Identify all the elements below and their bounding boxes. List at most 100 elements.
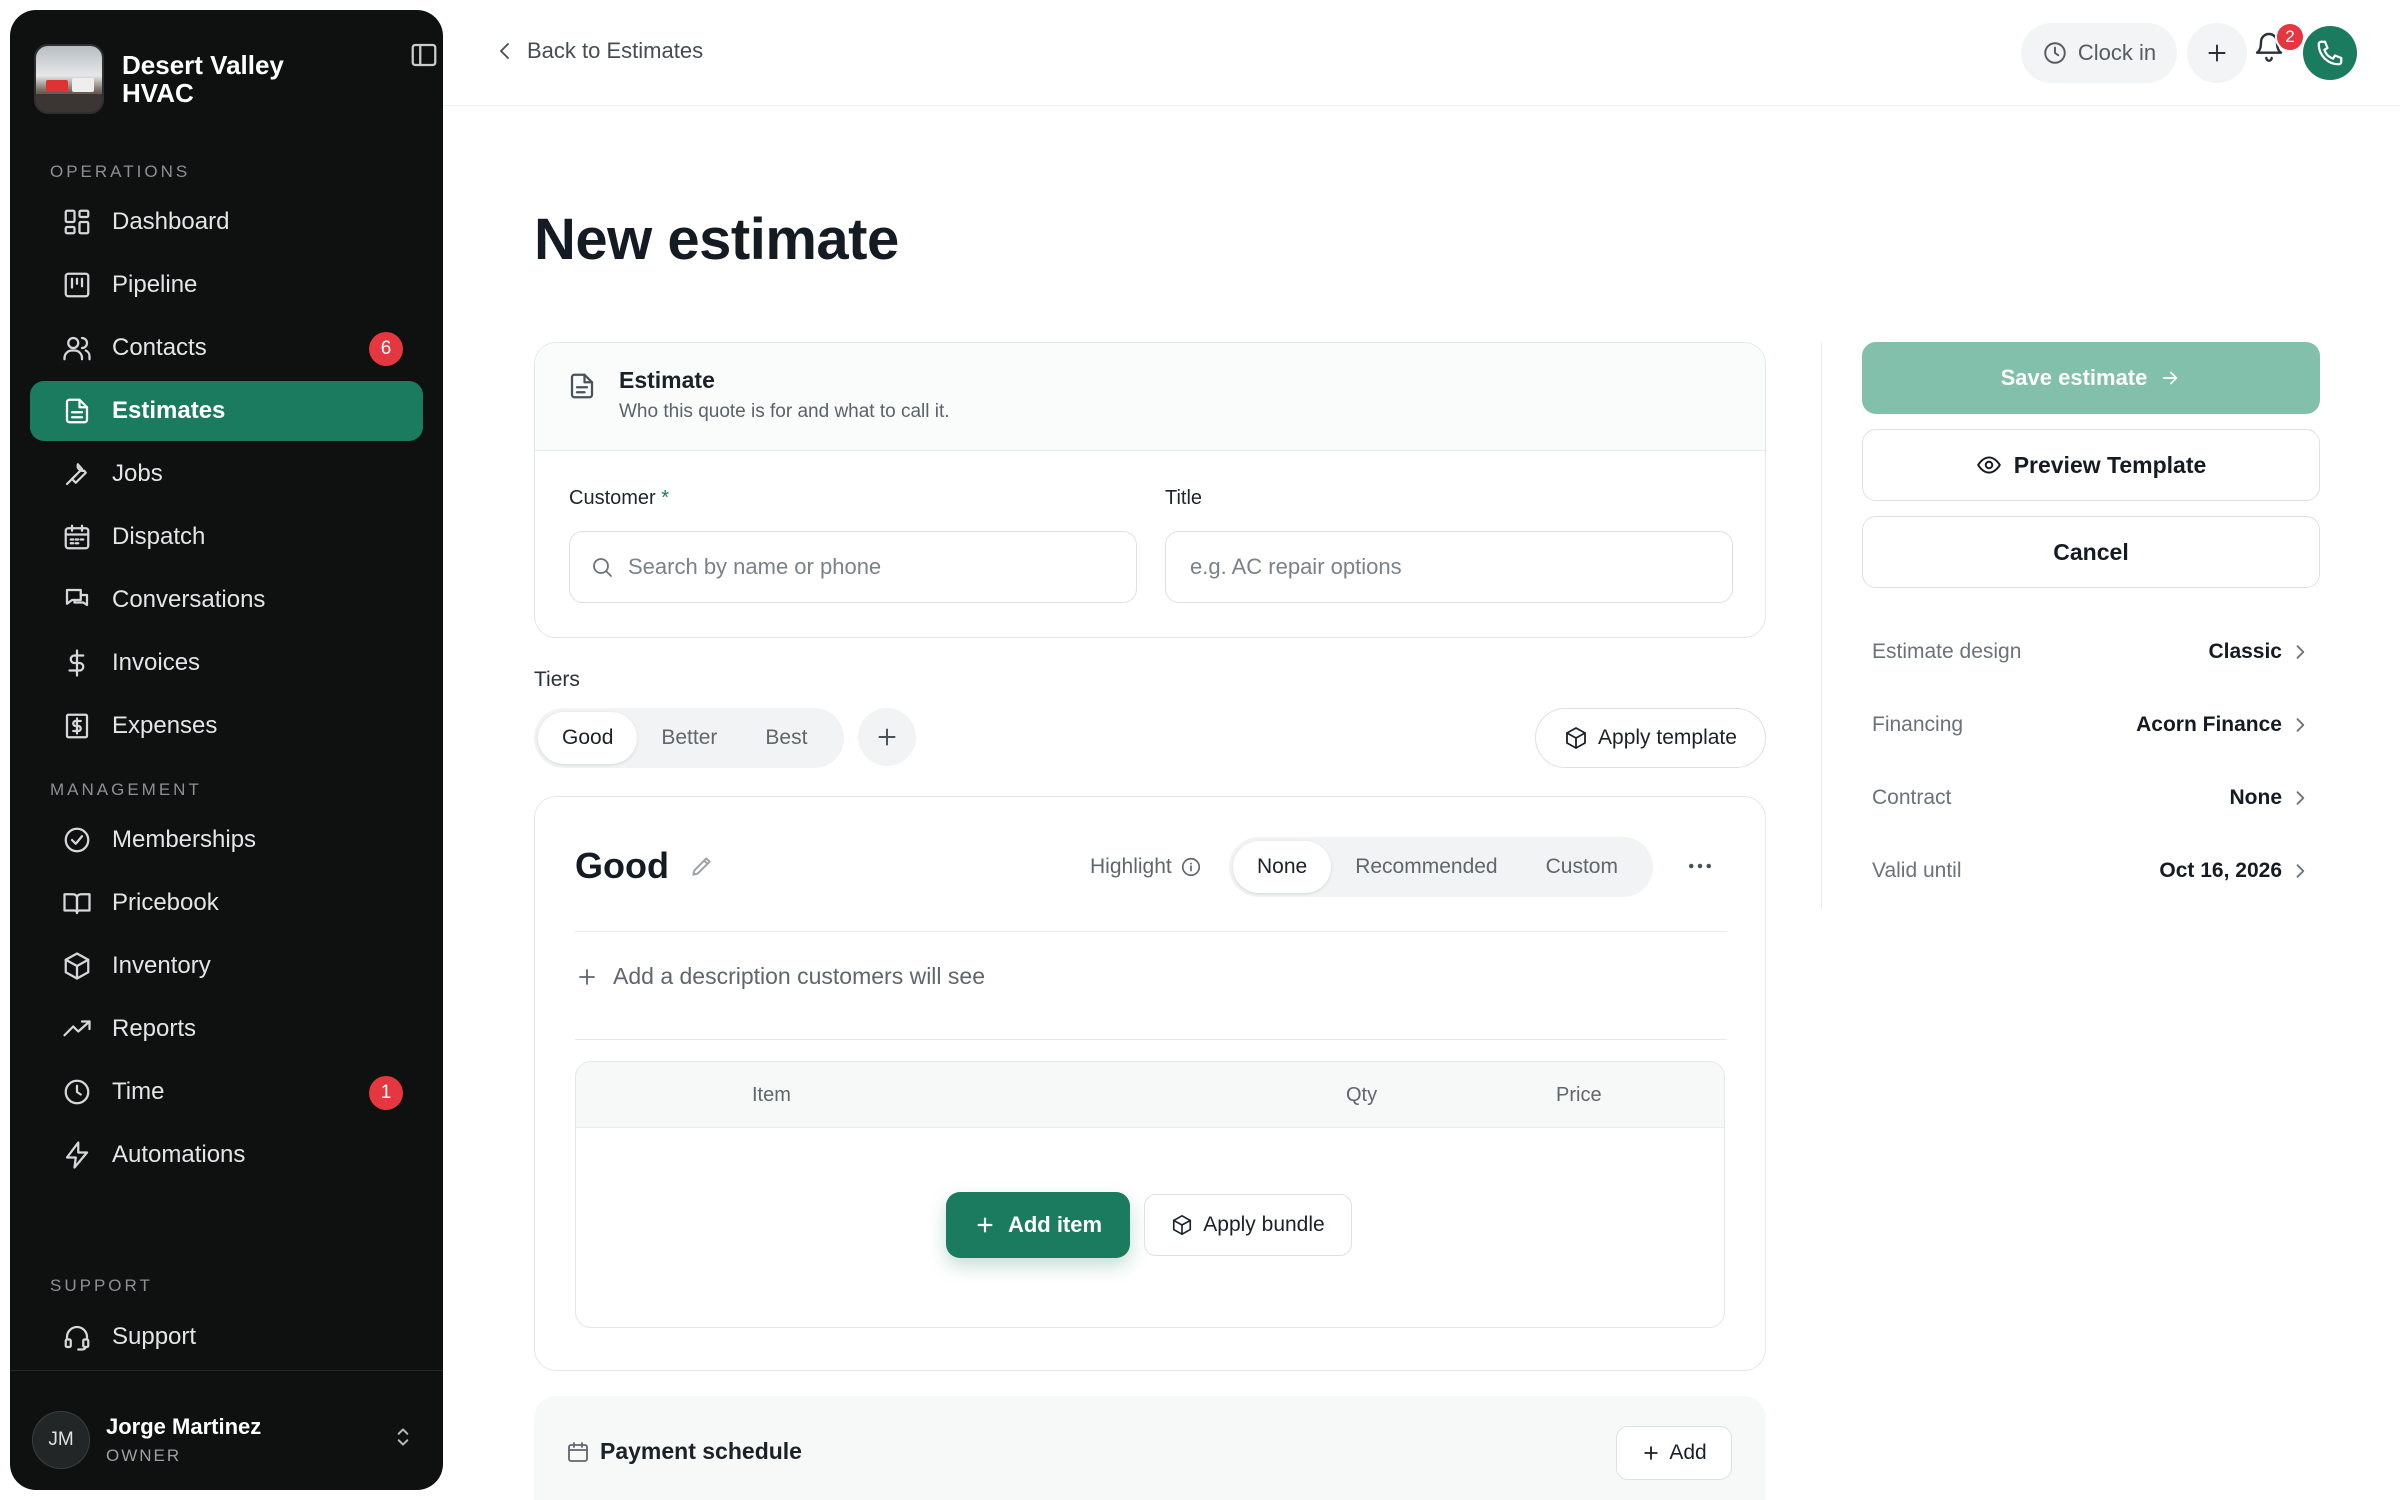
right-panel-divider <box>1821 342 1822 908</box>
meta-row-contract[interactable]: Contract None <box>1872 778 2310 818</box>
avatar: JM <box>32 1411 90 1469</box>
info-icon[interactable] <box>1172 856 1202 878</box>
brand-name: Desert Valley HVAC <box>122 50 284 108</box>
plus-icon <box>575 965 613 989</box>
customer-search-placeholder: Search by name or phone <box>628 554 882 579</box>
preview-template-button[interactable]: Preview Template <box>1862 429 2320 501</box>
meta-value: Classic <box>2208 640 2310 664</box>
tab-best[interactable]: Best <box>741 712 831 764</box>
trend-icon <box>62 1014 112 1044</box>
arrow-right-icon <box>2147 367 2181 389</box>
save-estimate-label: Save estimate <box>2000 365 2148 390</box>
highlight-option-custom[interactable]: Custom <box>1522 841 1642 893</box>
sidebar-item-pipeline[interactable]: Pipeline <box>30 255 423 315</box>
sidebar-item-contacts[interactable]: Contacts 6 <box>30 318 423 378</box>
more-options-icon[interactable] <box>1685 851 1715 881</box>
add-tier-button[interactable] <box>858 708 916 766</box>
meta-key: Valid until <box>1872 859 1962 882</box>
sidebar-item-jobs[interactable]: Jobs <box>30 444 423 504</box>
plus-icon <box>2204 40 2230 66</box>
contacts-count-badge: 6 <box>369 332 403 366</box>
tier-card-divider <box>575 1039 1727 1040</box>
chevron-left-icon <box>493 39 527 63</box>
meta-value: None <box>2230 786 2311 810</box>
tab-good[interactable]: Good <box>538 712 638 764</box>
add-payment-button[interactable]: Add <box>1616 1426 1732 1480</box>
clock-in-button[interactable]: Clock in <box>2021 23 2177 83</box>
add-description-label: Add a description customers will see <box>613 963 985 989</box>
sidebar-item-label: Estimates <box>112 397 226 424</box>
preview-template-label: Preview Template <box>2013 451 2207 478</box>
sidebar: Desert Valley HVAC OPERATIONS Dashboard … <box>10 10 443 1490</box>
headset-icon <box>62 1322 112 1352</box>
sidebar-item-memberships[interactable]: Memberships <box>30 810 423 870</box>
user-name: Jorge Martinez <box>106 1414 262 1439</box>
box-icon <box>62 951 112 981</box>
calendar-icon <box>62 522 112 552</box>
sidebar-collapse-icon[interactable] <box>409 40 439 70</box>
chevron-right-icon <box>2282 788 2310 808</box>
apply-template-button[interactable]: Apply template <box>1535 708 1766 768</box>
back-to-estimates-link[interactable]: Back to Estimates <box>493 38 703 64</box>
sidebar-item-invoices[interactable]: Invoices <box>30 633 423 693</box>
eye-icon <box>1976 452 2014 478</box>
document-icon <box>567 371 597 401</box>
sidebar-item-estimates[interactable]: Estimates <box>30 381 423 441</box>
plus-icon <box>874 724 900 750</box>
tier-card-divider <box>575 931 1727 932</box>
calendar-icon <box>566 1440 590 1464</box>
estimate-card-subheading: Who this quote is for and what to call i… <box>619 401 950 422</box>
meta-key: Contract <box>1872 786 1952 809</box>
sidebar-item-reports[interactable]: Reports <box>30 999 423 1059</box>
tier-card-good: Good Highlight None Recommended Custom A… <box>534 796 1766 1371</box>
user-menu[interactable]: JM Jorge Martinez OWNER <box>32 1400 422 1480</box>
sidebar-item-label: Automations <box>112 1141 246 1168</box>
cancel-button[interactable]: Cancel <box>1862 516 2320 588</box>
apply-bundle-button[interactable]: Apply bundle <box>1144 1194 1352 1256</box>
customer-label: Customer * <box>569 487 670 509</box>
pencil-icon[interactable] <box>689 853 715 879</box>
save-estimate-button[interactable]: Save estimate <box>1862 342 2320 414</box>
chevron-up-down-icon <box>390 1424 416 1450</box>
customer-search-input[interactable]: Search by name or phone <box>569 531 1137 603</box>
meta-row-valid-until[interactable]: Valid until Oct 16, 2026 <box>1872 851 2310 891</box>
title-input[interactable]: e.g. AC repair options <box>1165 531 1733 603</box>
quick-add-button[interactable] <box>2187 23 2247 83</box>
line-items-table: Item Qty Price Add item Apply bundle <box>575 1061 1725 1328</box>
sidebar-item-expenses[interactable]: Expenses <box>30 696 423 756</box>
meta-row-financing[interactable]: Financing Acorn Finance <box>1872 705 2310 745</box>
brand-logo <box>34 44 104 114</box>
sidebar-item-dashboard[interactable]: Dashboard <box>30 192 423 252</box>
column-header-item: Item <box>752 1084 791 1106</box>
sidebar-item-support[interactable]: Support <box>30 1307 423 1367</box>
brand[interactable]: Desert Valley HVAC <box>34 34 419 124</box>
meta-row-estimate-design[interactable]: Estimate design Classic <box>1872 632 2310 672</box>
highlight-option-recommended[interactable]: Recommended <box>1331 841 1521 893</box>
phone-button[interactable] <box>2303 26 2357 80</box>
sidebar-item-conversations[interactable]: Conversations <box>30 570 423 630</box>
add-description-button[interactable]: Add a description customers will see <box>575 963 985 990</box>
time-count-badge: 1 <box>369 1076 403 1110</box>
sidebar-item-time[interactable]: Time 1 <box>30 1062 423 1122</box>
receipt-icon <box>62 711 112 741</box>
add-item-label: Add item <box>1007 1212 1103 1237</box>
sidebar-item-label: Time <box>112 1078 165 1105</box>
sidebar-divider <box>10 1370 443 1371</box>
sidebar-item-dispatch[interactable]: Dispatch <box>30 507 423 567</box>
chat-icon <box>62 585 112 615</box>
highlight-option-none[interactable]: None <box>1233 841 1332 893</box>
sidebar-item-automations[interactable]: Automations <box>30 1125 423 1185</box>
sidebar-item-label: Reports <box>112 1015 197 1042</box>
pipeline-icon <box>62 270 112 300</box>
chevron-right-icon <box>2282 715 2310 735</box>
sidebar-item-pricebook[interactable]: Pricebook <box>30 873 423 933</box>
add-item-button[interactable]: Add item <box>946 1192 1130 1258</box>
search-icon <box>570 555 628 579</box>
sidebar-item-label: Dashboard <box>112 208 230 235</box>
payment-schedule-heading: Payment schedule <box>600 1438 802 1464</box>
tab-better[interactable]: Better <box>637 712 741 764</box>
wrench-icon <box>62 459 112 489</box>
sidebar-item-inventory[interactable]: Inventory <box>30 936 423 996</box>
sidebar-item-label: Support <box>112 1323 197 1350</box>
sidebar-item-label: Pricebook <box>112 889 219 916</box>
